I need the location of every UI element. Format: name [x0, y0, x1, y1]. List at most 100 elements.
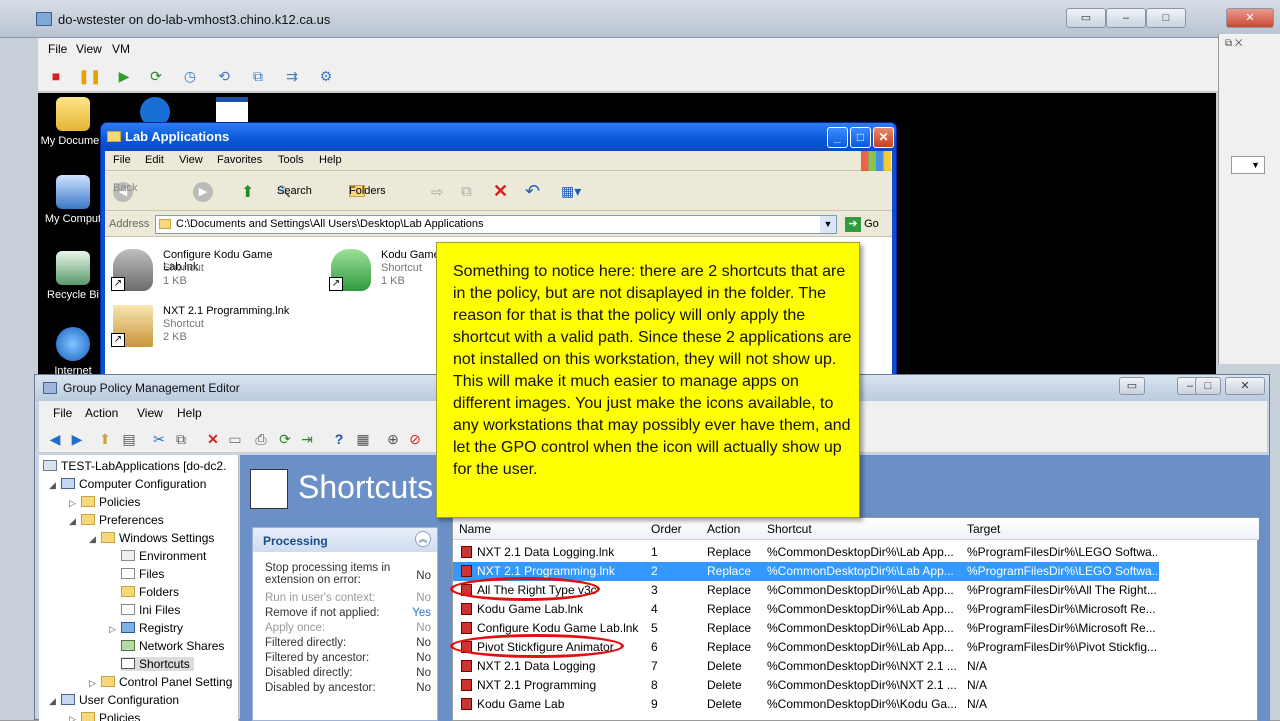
menu-vm[interactable]: VM	[112, 42, 130, 56]
forward-arrow-icon[interactable]: ▶	[67, 429, 87, 449]
menu-file[interactable]: File	[113, 154, 131, 166]
desktop-icon-internet[interactable]: Internet	[38, 327, 108, 377]
tree-item-user-configuration[interactable]: ◢ User Configuration	[49, 693, 179, 707]
back-button[interactable]: ◀ Back	[113, 182, 173, 204]
explorer-toolbar: ◀ Back ▶ ⬆ 🔍 Search Folders ⇨ ⧉ ✕ ↶ ▦▾	[105, 173, 892, 211]
menu-edit[interactable]: Edit	[145, 154, 164, 166]
ctrl-alt-del-icon[interactable]: ⇉	[282, 66, 302, 86]
column-header-shortcut[interactable]: Shortcut	[767, 522, 812, 536]
processing-header[interactable]: Processing ︽	[253, 528, 437, 552]
column-header-order[interactable]: Order	[651, 522, 682, 536]
menu-file[interactable]: File	[53, 406, 72, 420]
delete-icon[interactable]: ✕	[493, 181, 508, 202]
snapshot-icon[interactable]: ◷	[180, 66, 200, 86]
gpme-close-button[interactable]: ✕	[1225, 377, 1265, 395]
copy-icon[interactable]: ⧉	[171, 429, 191, 449]
tree-item-environment[interactable]: Environment	[121, 549, 206, 563]
print-icon[interactable]: ⎙	[251, 429, 271, 449]
tree-item-policies[interactable]: ▷ Policies	[69, 495, 140, 509]
table-row[interactable]: NXT 2.1 Data Logging 7 Delete %CommonDeskto…	[453, 657, 1159, 676]
menu-view[interactable]: View	[76, 42, 102, 56]
tree-item-control-panel-settings[interactable]: ▷ Control Panel Setting	[89, 675, 232, 689]
column-header-target[interactable]: Target	[967, 522, 1000, 536]
column-header-action[interactable]: Action	[707, 522, 740, 536]
menu-help[interactable]: Help	[319, 154, 342, 166]
pause-icon[interactable]: ❚❚	[78, 66, 101, 86]
undo-icon[interactable]: ↶	[525, 181, 540, 202]
menu-help[interactable]: Help	[177, 406, 202, 420]
tree-item-windows-settings[interactable]: ◢ Windows Settings	[89, 531, 214, 545]
up-folder-icon[interactable]: ⬆	[241, 182, 254, 202]
tree-item-shortcuts[interactable]: Shortcuts	[121, 657, 194, 671]
maximize-button[interactable]: □	[850, 127, 871, 148]
properties-icon[interactable]: ▭	[225, 429, 245, 449]
export-icon[interactable]: ⇥	[297, 429, 317, 449]
tree-item-computer-configuration[interactable]: ◢ Computer Configuration	[49, 477, 206, 491]
up-level-icon[interactable]: ⬆	[95, 429, 115, 449]
file-item[interactable]: ↗ NXT 2.1 Programming.lnk Shortcut 2 KB	[105, 299, 305, 355]
view-icon[interactable]: ▦	[353, 429, 373, 449]
forward-arrow-icon[interactable]: ▶	[193, 182, 213, 202]
file-item[interactable]: ↗ Configure Kodu Game Lab.lnk Shortcut 1…	[105, 243, 305, 299]
stop-icon[interactable]: ⊘	[405, 429, 425, 449]
views-icon[interactable]: ▦▾	[561, 183, 581, 200]
menu-favorites[interactable]: Favorites	[217, 154, 262, 166]
files-icon	[121, 568, 135, 579]
minimize-button[interactable]: _	[827, 127, 848, 148]
bg-window-buttons: ⧉ ✕	[1225, 38, 1243, 49]
new-item-icon[interactable]: ⊕	[383, 429, 403, 449]
menu-view[interactable]: View	[179, 154, 203, 166]
settings-icon[interactable]: ⚙	[316, 66, 336, 86]
gpme-maximize-button[interactable]: □	[1195, 377, 1221, 395]
tree-item-network-shares[interactable]: Network Shares	[121, 639, 224, 653]
close-button[interactable]: ✕	[873, 127, 894, 148]
desktop-icon-my-documents[interactable]: My Documen	[38, 97, 108, 147]
menu-action[interactable]: Action	[85, 406, 118, 420]
processing-label: Disabled by ancestor:	[265, 682, 376, 694]
stop-icon[interactable]: ■	[46, 66, 66, 86]
cell-action: Replace	[707, 545, 752, 559]
vm-minimize-button[interactable]: –	[1106, 8, 1146, 28]
show-hide-tree-icon[interactable]: ▤	[119, 429, 139, 449]
play-icon[interactable]: ▶	[114, 66, 134, 86]
copy-to-icon[interactable]: ⧉	[461, 183, 472, 200]
menu-view[interactable]: View	[137, 406, 163, 420]
table-row[interactable]: Kodu Game Lab.lnk 4 Replace %CommonDesktopD…	[453, 600, 1159, 619]
menu-file[interactable]: File	[48, 42, 67, 56]
table-row[interactable]: Kodu Game Lab 9 Delete %CommonDesktopDir%\K…	[453, 695, 1159, 714]
address-input[interactable]: C:\Documents and Settings\All Users\Desk…	[155, 215, 837, 234]
bg-dropdown-arrow-icon[interactable]: ▼	[1231, 156, 1265, 174]
tree-item-registry[interactable]: ▷ Registry	[109, 621, 183, 635]
vm-restore-button[interactable]: ▭	[1066, 8, 1106, 28]
collapse-chevron-icon[interactable]: ︽	[415, 531, 431, 547]
vm-maximize-button[interactable]: □	[1146, 8, 1186, 28]
tree-item-root[interactable]: TEST-LabApplications [do-dc2.	[43, 459, 226, 473]
desktop-icon-recycle-bin[interactable]: Recycle Bi	[38, 251, 108, 301]
delete-icon[interactable]: ✕	[203, 429, 223, 449]
tree-label: Control Panel Setting	[119, 675, 233, 689]
processing-value: Yes	[412, 607, 431, 619]
tree-item-folders[interactable]: Folders	[121, 585, 179, 599]
tree-item-files[interactable]: Files	[121, 567, 164, 581]
menu-tools[interactable]: Tools	[278, 154, 304, 166]
back-arrow-icon[interactable]: ◀	[45, 429, 65, 449]
desktop-window-icon[interactable]	[216, 97, 248, 123]
gpme-restore-button[interactable]: ▭	[1119, 377, 1145, 395]
move-to-icon[interactable]: ⇨	[431, 183, 444, 201]
refresh-icon[interactable]: ⟳	[275, 429, 295, 449]
column-header-name[interactable]: Name	[459, 522, 491, 536]
file-item[interactable]: ↗ Kodu Game Shortcut 1 KB	[323, 243, 443, 299]
tree-item-ini-files[interactable]: Ini Files	[121, 603, 180, 617]
revert-snapshot-icon[interactable]: ⟲	[214, 66, 234, 86]
address-dropdown-icon[interactable]: ▼	[820, 216, 836, 233]
go-button[interactable]: ➔ Go	[845, 217, 879, 232]
tree-item-preferences[interactable]: ◢ Preferences	[69, 513, 164, 527]
help-icon[interactable]: ?	[329, 429, 349, 449]
manage-snapshots-icon[interactable]: ⧉	[248, 66, 268, 86]
vm-close-button[interactable]: ✕	[1226, 8, 1274, 28]
desktop-icon-my-computer[interactable]: My Comput	[38, 175, 108, 225]
reset-icon[interactable]: ⟳	[146, 66, 166, 86]
table-row[interactable]: NXT 2.1 Data Logging.lnk 1 Replace %CommonD…	[453, 543, 1159, 562]
cut-icon[interactable]: ✂	[149, 429, 169, 449]
table-row[interactable]: NXT 2.1 Programming 8 Delete %CommonDesktop…	[453, 676, 1159, 695]
